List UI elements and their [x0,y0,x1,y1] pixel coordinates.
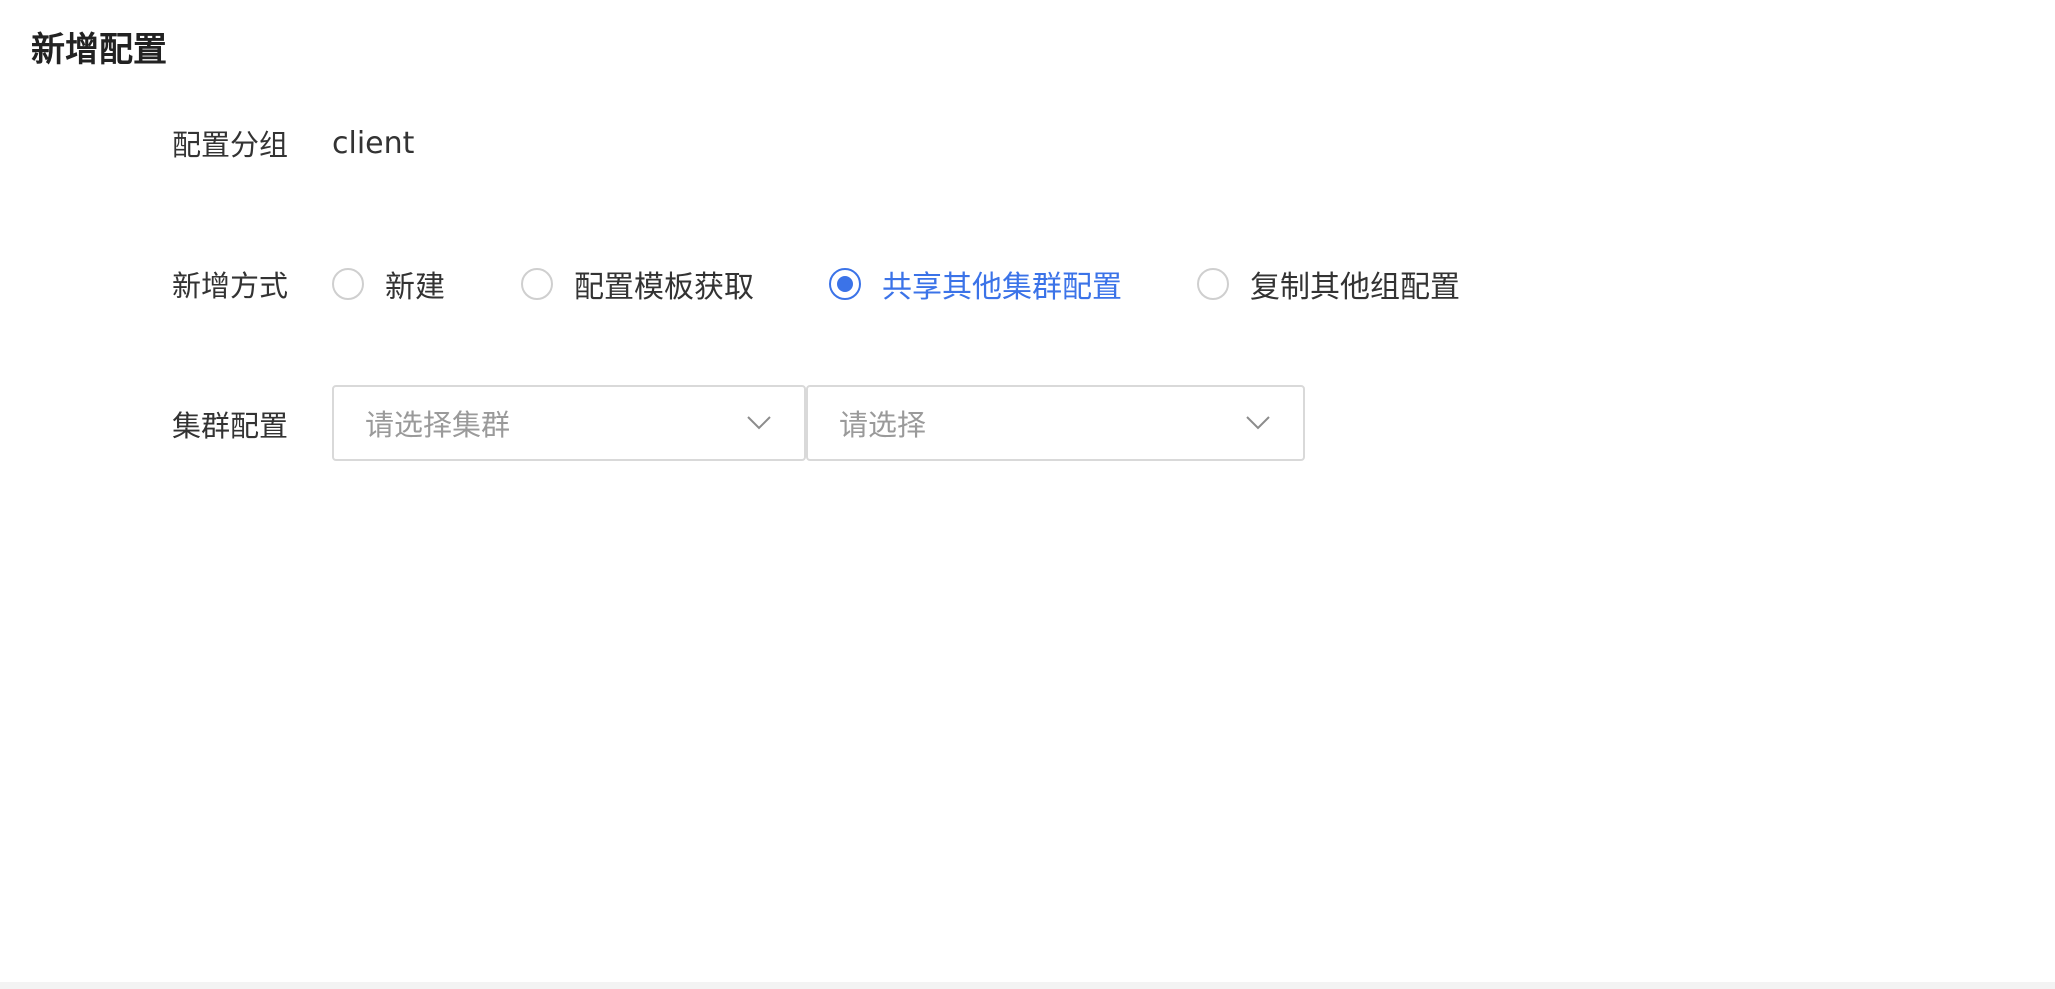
radio-circle[interactable] [1197,268,1229,300]
config-group-label: 配置分组 [172,128,289,162]
page-title: 新增配置 [31,30,167,70]
form-row-config-group: 配置分组 client [0,103,2055,183]
cluster-config-label: 集群配置 [172,409,289,443]
radio-label: 共享其他集群配置 [882,270,1122,305]
radio-circle-checked[interactable] [829,268,861,300]
radio-option-share-cluster[interactable]: 共享其他集群配置 [829,262,1122,306]
radio-option-new[interactable]: 新建 [332,262,445,306]
config-select[interactable]: 请选择 [806,385,1305,461]
radio-option-template[interactable]: 配置模板获取 [521,262,754,306]
bottom-divider [0,982,2055,989]
radio-label: 复制其他组配置 [1250,270,1460,305]
radio-option-copy-group[interactable]: 复制其他组配置 [1197,262,1460,306]
chevron-down-icon [1246,416,1270,430]
chevron-down-icon [747,416,771,430]
cluster-select[interactable]: 请选择集群 [332,385,806,461]
radio-label: 配置模板获取 [574,270,754,305]
add-method-label: 新增方式 [172,269,289,303]
config-group-value: client [332,125,415,161]
add-config-page: 新增配置 配置分组 client 新增方式 新建 配置模板获取 共享其他集群配置… [0,0,2055,989]
cluster-select-placeholder: 请选择集群 [365,408,511,442]
radio-circle[interactable] [521,268,553,300]
add-method-radio-group: 新建 配置模板获取 共享其他集群配置 复制其他组配置 [332,262,1460,306]
config-select-placeholder: 请选择 [839,408,927,442]
radio-label: 新建 [385,270,445,305]
radio-circle[interactable] [332,268,364,300]
form-row-add-method: 新增方式 新建 配置模板获取 共享其他集群配置 复制其他组配置 [0,244,2055,324]
